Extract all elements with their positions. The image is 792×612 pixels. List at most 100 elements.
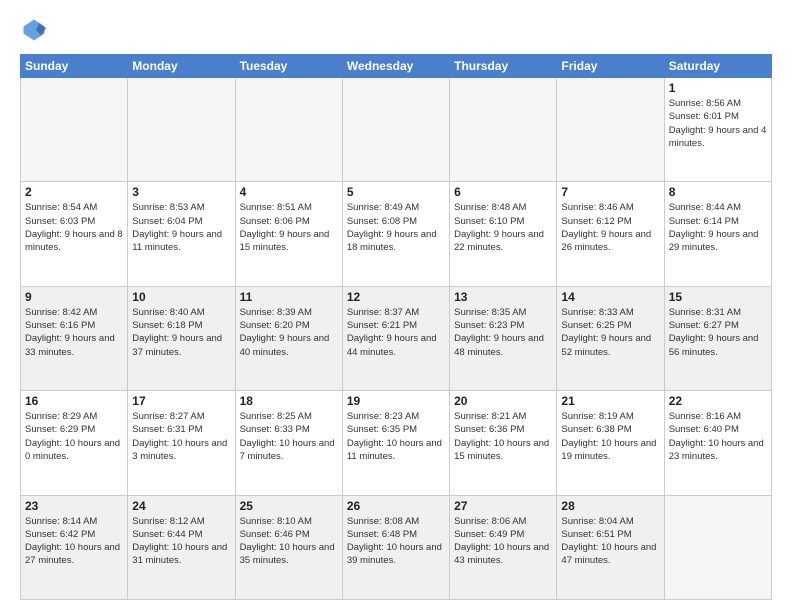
calendar-day-cell: 16Sunrise: 8:29 AM Sunset: 6:29 PM Dayli… [21, 391, 128, 495]
day-info: Sunrise: 8:40 AM Sunset: 6:18 PM Dayligh… [132, 306, 230, 359]
day-number: 18 [240, 394, 338, 408]
calendar-week-row: 9Sunrise: 8:42 AM Sunset: 6:16 PM Daylig… [21, 286, 772, 390]
day-info: Sunrise: 8:14 AM Sunset: 6:42 PM Dayligh… [25, 515, 123, 568]
calendar-header-cell: Saturday [664, 55, 771, 78]
day-info: Sunrise: 8:53 AM Sunset: 6:04 PM Dayligh… [132, 201, 230, 254]
day-info: Sunrise: 8:56 AM Sunset: 6:01 PM Dayligh… [669, 97, 767, 150]
calendar-day-cell [557, 78, 664, 182]
calendar-day-cell: 2 Sunrise: 8:54 AM Sunset: 6:03 PM Daylig… [21, 182, 128, 286]
logo-icon [20, 16, 48, 44]
day-number: 17 [132, 394, 230, 408]
day-info: Sunrise: 8:06 AM Sunset: 6:49 PM Dayligh… [454, 515, 552, 568]
day-number: 15 [669, 290, 767, 304]
day-info: Sunrise: 8:08 AM Sunset: 6:48 PM Dayligh… [347, 515, 445, 568]
day-number: 6 [454, 185, 552, 199]
day-info: Sunrise: 8:23 AM Sunset: 6:35 PM Dayligh… [347, 410, 445, 463]
day-number: 25 [240, 499, 338, 513]
calendar-day-cell: 12 Sunrise: 8:37 AM Sunset: 6:21 PM Dayli… [342, 286, 449, 390]
calendar-day-cell: 24 Sunrise: 8:12 AM Sunset: 6:44 PM Dayli… [128, 495, 235, 599]
calendar-day-cell: 8 Sunrise: 8:44 AM Sunset: 6:14 PM Daylig… [664, 182, 771, 286]
calendar-day-cell: 28 Sunrise: 8:04 AM Sunset: 6:51 PM Dayli… [557, 495, 664, 599]
calendar-day-cell: 26 Sunrise: 8:08 AM Sunset: 6:48 PM Dayli… [342, 495, 449, 599]
calendar-day-cell: 9Sunrise: 8:42 AM Sunset: 6:16 PM Daylig… [21, 286, 128, 390]
day-info: Sunrise: 8:51 AM Sunset: 6:06 PM Dayligh… [240, 201, 338, 254]
calendar-day-cell: 11 Sunrise: 8:39 AM Sunset: 6:20 PM Dayli… [235, 286, 342, 390]
calendar-day-cell: 3 Sunrise: 8:53 AM Sunset: 6:04 PM Daylig… [128, 182, 235, 286]
day-number: 20 [454, 394, 552, 408]
day-info: Sunrise: 8:16 AM Sunset: 6:40 PM Dayligh… [669, 410, 767, 463]
day-info: Sunrise: 8:33 AM Sunset: 6:25 PM Dayligh… [561, 306, 659, 359]
day-number: 2 [25, 185, 123, 199]
calendar-table: SundayMondayTuesdayWednesdayThursdayFrid… [20, 54, 772, 600]
calendar-day-cell: 10Sunrise: 8:40 AM Sunset: 6:18 PM Dayli… [128, 286, 235, 390]
day-info: Sunrise: 8:27 AM Sunset: 6:31 PM Dayligh… [132, 410, 230, 463]
calendar-day-cell: 4 Sunrise: 8:51 AM Sunset: 6:06 PM Daylig… [235, 182, 342, 286]
day-info: Sunrise: 8:10 AM Sunset: 6:46 PM Dayligh… [240, 515, 338, 568]
day-number: 16 [25, 394, 123, 408]
day-number: 8 [669, 185, 767, 199]
calendar-day-cell: 27 Sunrise: 8:06 AM Sunset: 6:49 PM Dayli… [450, 495, 557, 599]
calendar-week-row: 1 Sunrise: 8:56 AM Sunset: 6:01 PM Daylig… [21, 78, 772, 182]
calendar-day-cell: 5 Sunrise: 8:49 AM Sunset: 6:08 PM Daylig… [342, 182, 449, 286]
day-number: 28 [561, 499, 659, 513]
calendar-day-cell: 23 Sunrise: 8:14 AM Sunset: 6:42 PM Dayli… [21, 495, 128, 599]
calendar-day-cell [342, 78, 449, 182]
day-number: 12 [347, 290, 445, 304]
day-info: Sunrise: 8:44 AM Sunset: 6:14 PM Dayligh… [669, 201, 767, 254]
day-number: 9 [25, 290, 123, 304]
day-info: Sunrise: 8:48 AM Sunset: 6:10 PM Dayligh… [454, 201, 552, 254]
calendar-day-cell: 13 Sunrise: 8:35 AM Sunset: 6:23 PM Dayli… [450, 286, 557, 390]
day-number: 13 [454, 290, 552, 304]
day-info: Sunrise: 8:49 AM Sunset: 6:08 PM Dayligh… [347, 201, 445, 254]
day-number: 1 [669, 81, 767, 95]
day-number: 7 [561, 185, 659, 199]
day-number: 24 [132, 499, 230, 513]
logo [20, 16, 52, 44]
calendar-week-row: 23 Sunrise: 8:14 AM Sunset: 6:42 PM Dayli… [21, 495, 772, 599]
day-info: Sunrise: 8:37 AM Sunset: 6:21 PM Dayligh… [347, 306, 445, 359]
calendar-day-cell: 18 Sunrise: 8:25 AM Sunset: 6:33 PM Dayli… [235, 391, 342, 495]
calendar-header-cell: Friday [557, 55, 664, 78]
calendar-body: 1 Sunrise: 8:56 AM Sunset: 6:01 PM Daylig… [21, 78, 772, 600]
day-number: 21 [561, 394, 659, 408]
day-info: Sunrise: 8:19 AM Sunset: 6:38 PM Dayligh… [561, 410, 659, 463]
day-number: 26 [347, 499, 445, 513]
calendar-header-cell: Sunday [21, 55, 128, 78]
day-number: 19 [347, 394, 445, 408]
day-number: 5 [347, 185, 445, 199]
day-info: Sunrise: 8:12 AM Sunset: 6:44 PM Dayligh… [132, 515, 230, 568]
day-number: 23 [25, 499, 123, 513]
calendar-day-cell: 14 Sunrise: 8:33 AM Sunset: 6:25 PM Dayli… [557, 286, 664, 390]
day-number: 4 [240, 185, 338, 199]
calendar-day-cell: 19 Sunrise: 8:23 AM Sunset: 6:35 PM Dayli… [342, 391, 449, 495]
calendar-day-cell [128, 78, 235, 182]
header [20, 16, 772, 44]
day-info: Sunrise: 8:04 AM Sunset: 6:51 PM Dayligh… [561, 515, 659, 568]
calendar-header-row: SundayMondayTuesdayWednesdayThursdayFrid… [21, 55, 772, 78]
day-info: Sunrise: 8:25 AM Sunset: 6:33 PM Dayligh… [240, 410, 338, 463]
calendar-header-cell: Tuesday [235, 55, 342, 78]
calendar-day-cell: 1 Sunrise: 8:56 AM Sunset: 6:01 PM Daylig… [664, 78, 771, 182]
day-number: 22 [669, 394, 767, 408]
calendar-day-cell: 7 Sunrise: 8:46 AM Sunset: 6:12 PM Daylig… [557, 182, 664, 286]
calendar-day-cell [450, 78, 557, 182]
calendar-day-cell: 21 Sunrise: 8:19 AM Sunset: 6:38 PM Dayli… [557, 391, 664, 495]
calendar-header-cell: Thursday [450, 55, 557, 78]
calendar-header-cell: Wednesday [342, 55, 449, 78]
calendar-day-cell [21, 78, 128, 182]
calendar-day-cell [664, 495, 771, 599]
calendar-week-row: 2 Sunrise: 8:54 AM Sunset: 6:03 PM Daylig… [21, 182, 772, 286]
day-info: Sunrise: 8:31 AM Sunset: 6:27 PM Dayligh… [669, 306, 767, 359]
day-info: Sunrise: 8:39 AM Sunset: 6:20 PM Dayligh… [240, 306, 338, 359]
day-number: 27 [454, 499, 552, 513]
day-number: 11 [240, 290, 338, 304]
day-info: Sunrise: 8:54 AM Sunset: 6:03 PM Dayligh… [25, 201, 123, 254]
calendar-day-cell [235, 78, 342, 182]
page: SundayMondayTuesdayWednesdayThursdayFrid… [0, 0, 792, 612]
day-number: 14 [561, 290, 659, 304]
day-info: Sunrise: 8:21 AM Sunset: 6:36 PM Dayligh… [454, 410, 552, 463]
day-info: Sunrise: 8:46 AM Sunset: 6:12 PM Dayligh… [561, 201, 659, 254]
day-info: Sunrise: 8:35 AM Sunset: 6:23 PM Dayligh… [454, 306, 552, 359]
calendar-day-cell: 22 Sunrise: 8:16 AM Sunset: 6:40 PM Dayli… [664, 391, 771, 495]
day-number: 3 [132, 185, 230, 199]
